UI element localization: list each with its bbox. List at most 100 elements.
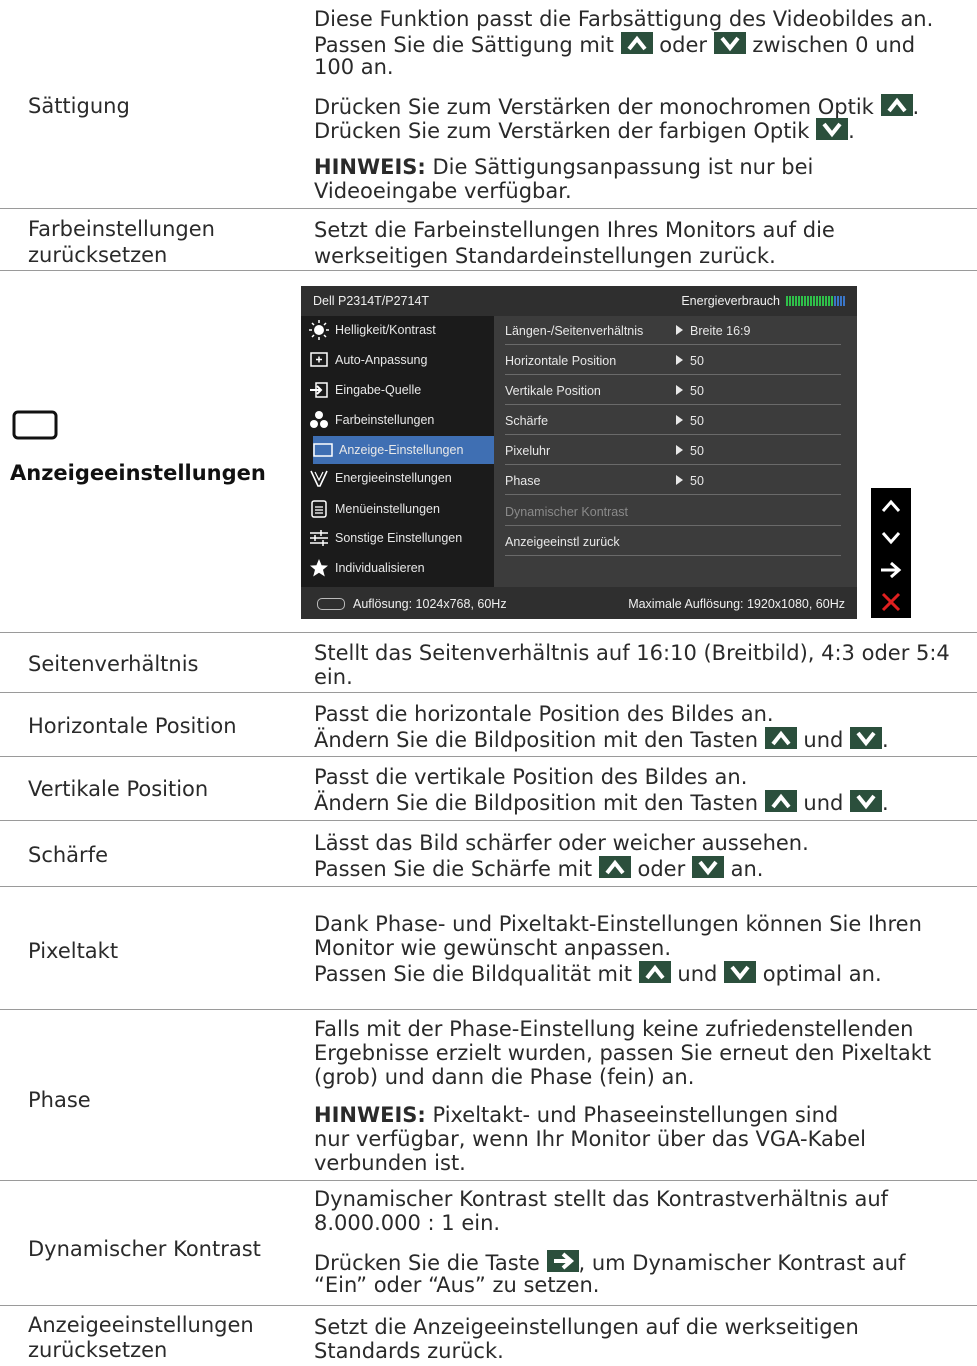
- desc-line: Dynamischer Kontrast stellt das Kontrast…: [314, 1187, 889, 1211]
- desc-line: 100 an.: [314, 55, 394, 79]
- divider: [0, 692, 977, 693]
- row-label: Schärfe: [28, 843, 109, 867]
- down-button-icon: [724, 961, 757, 983]
- down-button-icon: [850, 727, 883, 749]
- close-icon[interactable]: [877, 590, 905, 614]
- auto-adjust-icon: [309, 350, 329, 370]
- divider: [0, 1305, 977, 1306]
- desc-line: Drücken Sie die Taste , um Dynamischer K…: [314, 1250, 906, 1275]
- desc-line: Diese Funktion passt die Farbsättigung d…: [314, 7, 934, 31]
- osd-menu-item[interactable]: Farbeinstellungen: [309, 406, 493, 434]
- color-icon: [309, 410, 329, 430]
- desc-line: Monitor wie gewünscht anpassen.: [314, 936, 672, 960]
- desc-line: (grob) und dann die Phase (fein) an.: [314, 1065, 695, 1089]
- divider: [0, 632, 977, 633]
- down-button-icon: [713, 32, 746, 54]
- row-label: zurücksetzen: [28, 1338, 168, 1362]
- desc-line: Standards zurück.: [314, 1339, 504, 1363]
- desc-line: “Ein” oder “Aus” zu setzen.: [314, 1273, 600, 1297]
- up-button-icon: [598, 856, 631, 878]
- row-label: Seitenverhältnis: [28, 652, 199, 676]
- divider: [0, 270, 977, 271]
- right-arrow-icon[interactable]: [877, 558, 905, 582]
- row-label: zurücksetzen: [28, 243, 168, 267]
- desc-line: Passen Sie die Schärfe mit oder an.: [314, 856, 764, 881]
- osd-option-row[interactable]: Pixeluhr 50: [505, 436, 841, 465]
- note-line: HINWEIS: Pixeltakt- und Phaseeinstellung…: [314, 1103, 839, 1127]
- osd-option-row[interactable]: Phase 50: [505, 466, 841, 495]
- osd-menu-item[interactable]: Auto-Anpassung: [309, 346, 493, 374]
- osd-option-row[interactable]: Längen-/Seitenverhältnis Breite 16:9: [505, 316, 841, 345]
- up-button-icon: [764, 790, 797, 812]
- osd-option-row[interactable]: Horizontale Position 50: [505, 346, 841, 375]
- desc-line: Passt die horizontale Position des Bilde…: [314, 702, 774, 726]
- osd-titlebar: Dell P2314T/P2714T Energieverbrauch: [301, 286, 857, 316]
- energy-bar: [786, 296, 845, 306]
- desc-line: Setzt die Farbeinstellungen Ihres Monito…: [314, 218, 835, 242]
- divider: [0, 1009, 977, 1010]
- osd-menu-item[interactable]: Energieeinstellungen: [309, 464, 493, 492]
- row-label: Sättigung: [28, 94, 130, 118]
- row-label: Phase: [28, 1088, 91, 1112]
- resolution-text: Auflösung: 1024x768, 60Hz: [353, 597, 507, 611]
- divider: [0, 756, 977, 757]
- osd-menu-item[interactable]: Menüeinstellungen: [309, 495, 493, 523]
- desc-line: Ändern Sie die Bildposition mit den Tast…: [314, 790, 889, 815]
- desc-line: Ändern Sie die Bildposition mit den Tast…: [314, 727, 889, 752]
- desc-line: Setzt die Anzeigeeinstellungen auf die w…: [314, 1315, 859, 1339]
- divider: [0, 1180, 977, 1181]
- display-icon: [12, 410, 58, 440]
- divider: [0, 820, 977, 821]
- divider: [0, 886, 977, 887]
- osd-menu-item[interactable]: Eingabe-Quelle: [309, 376, 493, 404]
- display-icon: [313, 440, 333, 460]
- input-source-icon: [309, 380, 329, 400]
- desc-line: Passen Sie die Bildqualität mit und opti…: [314, 961, 882, 986]
- osd-menu-item[interactable]: Helligkeit/Kontrast: [309, 316, 493, 344]
- up-button-icon: [764, 727, 797, 749]
- row-label: Vertikale Position: [28, 777, 209, 801]
- brightness-icon: [309, 320, 329, 340]
- row-label: Anzeigeeinstellungen: [28, 1313, 254, 1337]
- desc-line: Lässt das Bild schärfer oder weicher aus…: [314, 831, 809, 855]
- note-line: verbunden ist.: [314, 1151, 466, 1175]
- desc-line: Passt die vertikale Position des Bildes …: [314, 765, 748, 789]
- osd-option-row[interactable]: Schärfe 50: [505, 406, 841, 435]
- up-button-icon: [638, 961, 671, 983]
- desc-line: Ergebnisse erzielt wurden, passen Sie er…: [314, 1041, 932, 1065]
- up-button-icon: [620, 32, 653, 54]
- note-line: nur verfügbar, wenn Ihr Monitor über das…: [314, 1127, 866, 1151]
- row-label: Dynamischer Kontrast: [28, 1237, 261, 1261]
- desc-line: Stellt das Seitenverhältnis auf 16:10 (B…: [314, 641, 950, 665]
- menu-icon: [309, 499, 329, 519]
- osd-option-row[interactable]: Anzeigeeinstl zurück: [505, 527, 841, 556]
- desc-line: ein.: [314, 665, 353, 689]
- down-button-icon: [850, 790, 883, 812]
- energy-label: Energieverbrauch: [681, 294, 780, 308]
- divider: [0, 208, 977, 209]
- desc-line: 8.000.000 : 1 ein.: [314, 1211, 501, 1235]
- osd-menu-item[interactable]: Individualisieren: [309, 554, 493, 582]
- down-arrow-icon[interactable]: [877, 526, 905, 550]
- desc-line: Falls mit der Phase-Einstellung keine zu…: [314, 1017, 914, 1041]
- desc-line: Dank Phase- und Pixeltakt-Einstellungen …: [314, 912, 922, 936]
- section-title: Anzeigeeinstellungen: [10, 461, 266, 485]
- osd-title: Dell P2314T/P2714T: [313, 294, 430, 308]
- right-arrow-button-icon: [546, 1250, 579, 1272]
- desc-line: Drücken Sie zum Verstärken der monochrom…: [314, 94, 920, 119]
- note-line: Videoeingabe verfügbar.: [314, 179, 572, 203]
- desc-line: Drücken Sie zum Verstärken der farbigen …: [314, 118, 855, 143]
- down-button-icon: [691, 856, 724, 878]
- up-arrow-icon[interactable]: [877, 494, 905, 518]
- star-icon: [309, 558, 329, 578]
- osd-menu-item[interactable]: Sonstige Einstellungen: [309, 524, 493, 552]
- max-resolution-text: Maximale Auflösung: 1920x1080, 60Hz: [628, 597, 845, 611]
- note-line: HINWEIS: Die Sättigungsanpassung ist nur…: [314, 155, 814, 179]
- osd-menu-item-selected[interactable]: Anzeige-Einstellungen: [313, 436, 494, 464]
- down-button-icon: [816, 118, 849, 140]
- desc-line: werkseitigen Standardeinstellungen zurüc…: [314, 244, 776, 268]
- energy-meter: Energieverbrauch: [681, 294, 845, 308]
- osd-option-row[interactable]: Vertikale Position 50: [505, 376, 841, 405]
- vga-icon: [317, 598, 345, 610]
- osd-option-row[interactable]: Dynamischer Kontrast: [505, 497, 841, 526]
